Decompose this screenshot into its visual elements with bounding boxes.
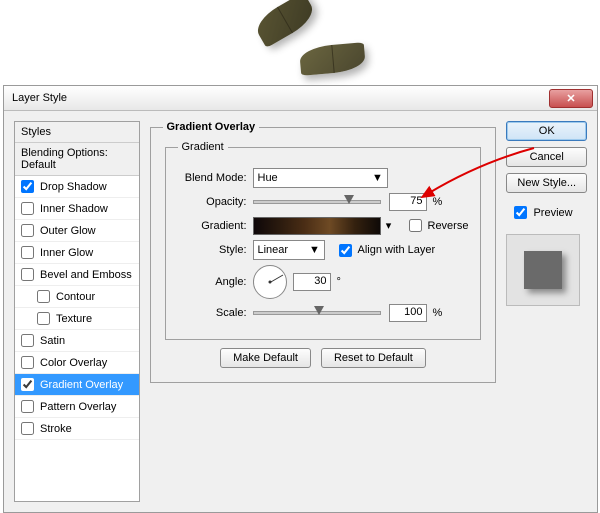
sidebar-item[interactable]: Texture [15, 308, 139, 330]
angle-dial[interactable] [253, 265, 287, 299]
decorative-leaves [245, 0, 375, 85]
sidebar-item[interactable]: Stroke [15, 418, 139, 440]
sidebar-subheader[interactable]: Blending Options: Default [15, 143, 139, 176]
gradient-label: Gradient: [178, 220, 253, 232]
gradient-overlay-panel: Gradient Overlay Gradient Blend Mode: Hu… [150, 121, 497, 383]
angle-label: Angle: [178, 276, 253, 288]
opacity-input[interactable]: 75 [389, 193, 427, 211]
reverse-checkbox[interactable]: Reverse [405, 216, 469, 235]
layer-style-dialog: Layer Style ✕ Styles Blending Options: D… [3, 85, 598, 513]
sidebar-item-checkbox[interactable] [37, 312, 50, 325]
sidebar-item-label: Contour [56, 291, 95, 303]
sidebar-item[interactable]: Color Overlay [15, 352, 139, 374]
chevron-down-icon[interactable]: ▾ [382, 219, 396, 233]
sidebar-item[interactable]: Satin [15, 330, 139, 352]
sidebar-item[interactable]: Contour [15, 286, 139, 308]
percent-unit: % [433, 196, 443, 208]
sidebar-item-label: Bevel and Emboss [40, 269, 132, 281]
sidebar-item[interactable]: Gradient Overlay [15, 374, 139, 396]
close-icon: ✕ [566, 92, 575, 105]
window-title: Layer Style [12, 92, 549, 104]
chevron-down-icon: ▼ [308, 243, 322, 257]
degree-unit: ° [337, 276, 341, 288]
leaf-icon [252, 0, 319, 48]
sidebar-item-checkbox[interactable] [21, 422, 34, 435]
sidebar-item-checkbox[interactable] [21, 268, 34, 281]
gradient-picker[interactable]: ▾ [253, 217, 381, 235]
new-style-button[interactable]: New Style... [506, 173, 587, 193]
sidebar-item[interactable]: Outer Glow [15, 220, 139, 242]
blend-mode-label: Blend Mode: [178, 172, 253, 184]
sidebar-item-label: Texture [56, 313, 92, 325]
style-select[interactable]: Linear ▼ [253, 240, 325, 260]
angle-input[interactable]: 30 [293, 273, 331, 291]
opacity-slider[interactable] [253, 200, 381, 204]
preview-checkbox[interactable]: Preview [510, 203, 587, 222]
sidebar-item-checkbox[interactable] [37, 290, 50, 303]
sidebar-item[interactable]: Inner Shadow [15, 198, 139, 220]
sidebar-item-label: Gradient Overlay [40, 379, 123, 391]
titlebar: Layer Style ✕ [4, 86, 597, 111]
sidebar-item-label: Satin [40, 335, 65, 347]
group-title: Gradient [178, 141, 228, 153]
preview-thumbnail [506, 234, 580, 306]
sidebar-item[interactable]: Bevel and Emboss [15, 264, 139, 286]
sidebar-item-label: Pattern Overlay [40, 401, 116, 413]
ok-button[interactable]: OK [506, 121, 587, 141]
sidebar-header[interactable]: Styles [15, 122, 139, 143]
preview-swatch [524, 251, 562, 289]
leaf-icon [299, 42, 366, 76]
sidebar-item-checkbox[interactable] [21, 356, 34, 369]
sidebar-item-checkbox[interactable] [21, 378, 34, 391]
sidebar-item-checkbox[interactable] [21, 202, 34, 215]
sidebar-item-checkbox[interactable] [21, 334, 34, 347]
sidebar-item-checkbox[interactable] [21, 400, 34, 413]
blend-mode-select[interactable]: Hue ▼ [253, 168, 388, 188]
sidebar-item-label: Outer Glow [40, 225, 96, 237]
sidebar-item[interactable]: Pattern Overlay [15, 396, 139, 418]
cancel-button[interactable]: Cancel [506, 147, 587, 167]
sidebar-item-checkbox[interactable] [21, 224, 34, 237]
style-label: Style: [178, 244, 253, 256]
panel-title: Gradient Overlay [163, 121, 260, 133]
sidebar-item-label: Color Overlay [40, 357, 107, 369]
scale-input[interactable]: 100 [389, 304, 427, 322]
chevron-down-icon: ▼ [371, 171, 385, 185]
percent-unit: % [433, 307, 443, 319]
sidebar-item-checkbox[interactable] [21, 246, 34, 259]
sidebar-item-label: Inner Glow [40, 247, 93, 259]
sidebar-item[interactable]: Inner Glow [15, 242, 139, 264]
sidebar-item-label: Drop Shadow [40, 181, 107, 193]
sidebar-item-label: Inner Shadow [40, 203, 108, 215]
align-checkbox[interactable]: Align with Layer [335, 241, 436, 260]
sidebar-item-label: Stroke [40, 423, 72, 435]
reset-default-button[interactable]: Reset to Default [321, 348, 426, 368]
sidebar-item-checkbox[interactable] [21, 180, 34, 193]
scale-label: Scale: [178, 307, 253, 319]
gradient-group: Gradient Blend Mode: Hue ▼ Opacity: 75 % [165, 141, 482, 340]
opacity-label: Opacity: [178, 196, 253, 208]
scale-slider[interactable] [253, 311, 381, 315]
sidebar-item[interactable]: Drop Shadow [15, 176, 139, 198]
close-button[interactable]: ✕ [549, 89, 593, 108]
styles-sidebar: Styles Blending Options: Default Drop Sh… [14, 121, 140, 502]
make-default-button[interactable]: Make Default [220, 348, 311, 368]
